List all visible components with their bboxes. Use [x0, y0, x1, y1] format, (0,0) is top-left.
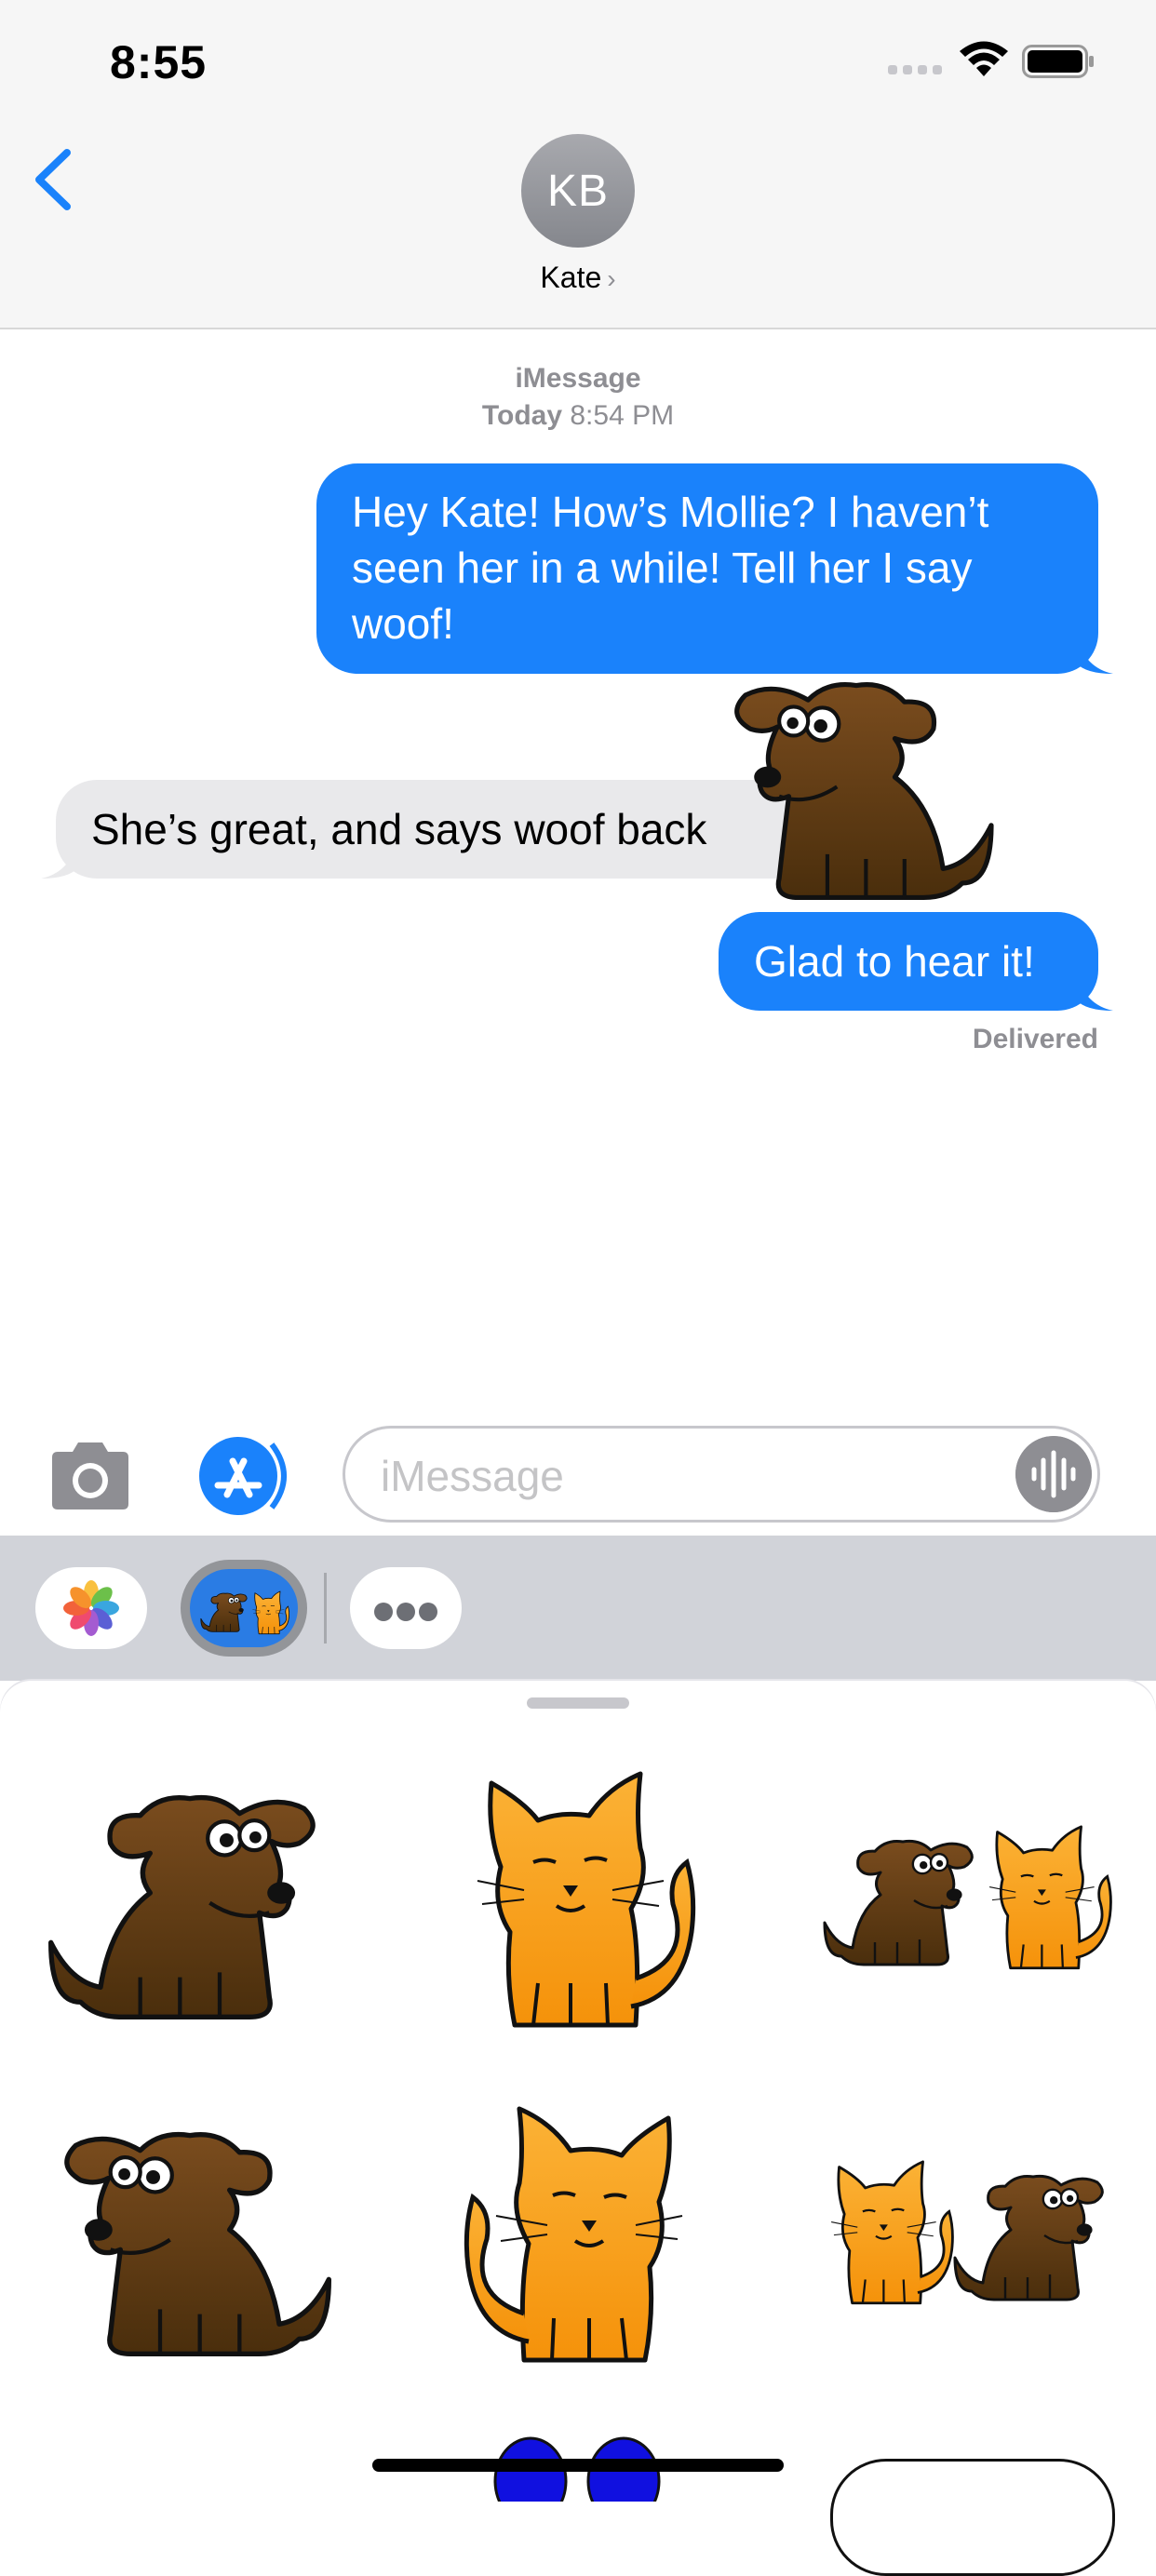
sticker-cat-facing-right[interactable] [454, 2081, 706, 2379]
sticker-partial[interactable] [830, 2459, 1115, 2576]
audio-waveform-icon[interactable] [1015, 1436, 1092, 1512]
bubble-tail [41, 841, 78, 879]
delivery-status: Delivered [972, 1024, 1098, 1054]
timestamp-day: Today [481, 400, 563, 431]
message-text: Hey Kate! How’s Mollie? I haven’t seen h… [352, 488, 989, 648]
bubble-tail [1076, 637, 1113, 674]
sticker-dog-and-cat[interactable] [819, 1802, 1117, 1988]
sticker-dog-facing-right[interactable] [41, 1753, 339, 2033]
dog-cat-sticker-app-button[interactable] [181, 1560, 307, 1657]
contact-avatar[interactable]: KB [521, 134, 635, 248]
message-text: She’s great, and says woof back [91, 805, 707, 853]
sticker-dog-facing-left[interactable] [41, 2090, 339, 2369]
app-store-icon[interactable] [195, 1437, 298, 1515]
placed-dog-sticker[interactable] [707, 642, 1005, 912]
more-apps-button[interactable] [350, 1567, 462, 1649]
back-chevron-icon[interactable] [32, 147, 74, 212]
status-bar-time: 8:55 [110, 36, 208, 88]
sticker-cat-and-dog[interactable] [819, 2137, 1117, 2323]
message-text: Glad to hear it! [754, 937, 1035, 986]
dog-cat-sticker-app-icon [190, 1569, 298, 1647]
contact-name-label: Kate [540, 261, 602, 294]
conversation-timestamp: Today 8:54 PM [372, 400, 784, 432]
photos-app-button[interactable] [35, 1567, 147, 1649]
message-input[interactable]: iMessage [343, 1426, 1100, 1523]
photos-app-icon [63, 1580, 119, 1636]
app-drawer [0, 1536, 1156, 1681]
contact-name-button[interactable]: Kate › [465, 261, 691, 295]
message-input-placeholder: iMessage [381, 1452, 564, 1500]
home-indicator [372, 2459, 784, 2472]
sent-message-bubble[interactable]: Glad to hear it! [719, 912, 1113, 1011]
drawer-divider [324, 1573, 327, 1644]
timestamp-time: 8:54 PM [570, 400, 675, 431]
sticker-panel [0, 1681, 1156, 2576]
chevron-right-icon: › [607, 264, 616, 293]
sticker-cat-facing-left[interactable] [454, 1746, 706, 2044]
service-label: iMessage [515, 363, 641, 394]
bubble-tail [1076, 973, 1113, 1011]
battery-icon [1022, 45, 1094, 78]
signal-icon [888, 65, 942, 74]
camera-icon[interactable] [45, 1441, 136, 1511]
panel-grabber[interactable] [527, 1697, 629, 1709]
wifi-icon [960, 41, 1008, 76]
